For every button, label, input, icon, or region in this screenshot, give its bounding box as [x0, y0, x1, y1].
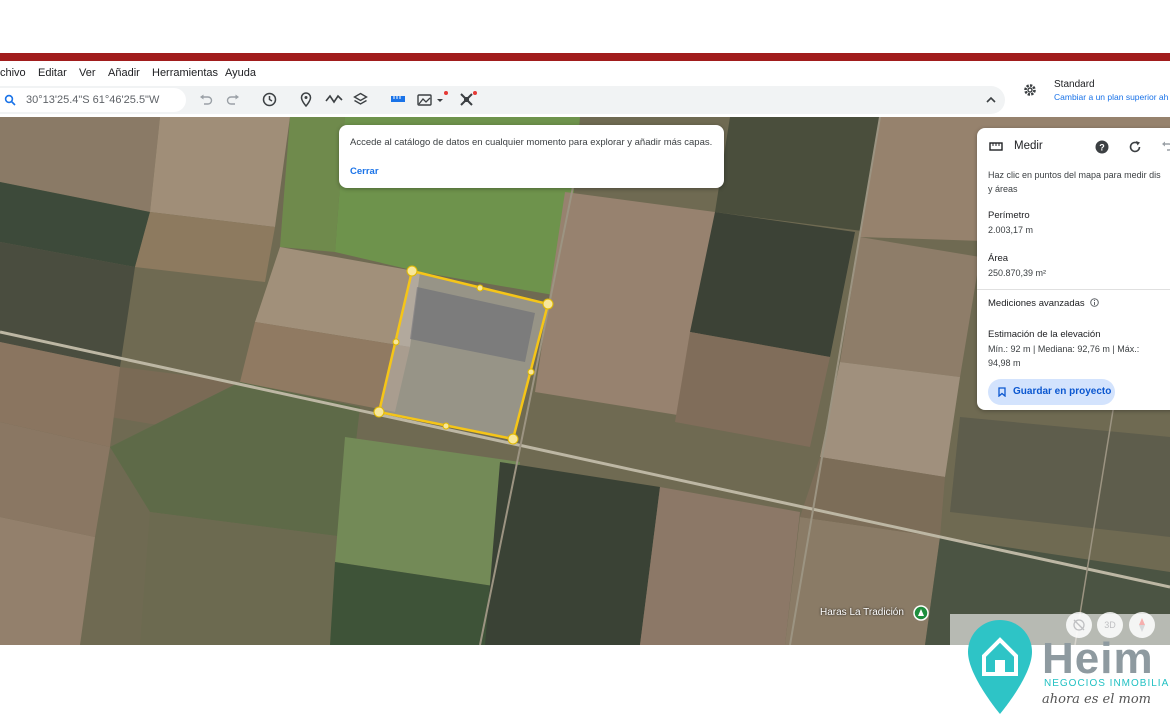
perimeter-label: Perímetro	[988, 210, 1030, 221]
instruction-line-2: y áreas	[988, 184, 1018, 194]
menu-editar[interactable]: Editar	[38, 67, 67, 79]
location-pin-logo-icon	[968, 620, 1032, 714]
brand-slogan: ahora es el mom	[1042, 692, 1152, 707]
top-blank	[0, 0, 1170, 53]
image-overlay-icon[interactable]	[417, 91, 449, 107]
measure-instruction: Haz clic en puntos del mapa para medir d…	[988, 168, 1170, 196]
plan-label: Standard	[1054, 79, 1095, 90]
refresh-icon[interactable]	[1128, 140, 1142, 154]
perimeter-value: 2.003,17 m	[988, 225, 1034, 235]
search-input[interactable]: 30°13'25.4"S 61°46'25.5"W	[0, 88, 186, 112]
menu-herramientas[interactable]: Herramientas	[152, 67, 218, 79]
history-icon[interactable]	[262, 92, 277, 107]
svg-text:?: ?	[1099, 143, 1105, 153]
upgrade-link[interactable]: Cambiar a un plan superior ah	[1054, 92, 1168, 102]
bookmark-icon	[998, 387, 1006, 397]
menu-archivo[interactable]: chivo	[0, 67, 26, 79]
menu-anadir[interactable]: Añadir	[108, 67, 140, 79]
menu-ver[interactable]: Ver	[79, 67, 96, 79]
tooltip-close-button[interactable]: Cerrar	[350, 166, 379, 177]
toolbar: 30°13'25.4"S 61°46'25.5"W	[0, 85, 1170, 117]
area-block: Área 250.870,39 m²	[988, 252, 1170, 280]
measure-title: Medir	[1014, 140, 1043, 152]
area-label: Área	[988, 253, 1009, 264]
ruler-icon	[989, 142, 1003, 151]
measure-panel: Medir ? Haz clic en puntos del mapa para…	[977, 128, 1170, 410]
tooltip-message: Accede al catálogo de datos en cualquier…	[350, 137, 713, 148]
info-icon	[1090, 298, 1100, 307]
menu-bar: chivo Editar Ver Añadir Herramientas Ayu…	[0, 61, 1170, 85]
advanced-measurements-link[interactable]: Mediciones avanzadas	[988, 297, 1170, 311]
brand-subtitle: NEGOCIOS INMOBILIA	[1044, 678, 1170, 689]
path-icon[interactable]	[325, 93, 343, 105]
elevation-block: Estimación de la elevación Mín.: 92 m | …	[988, 328, 1170, 370]
search-value: 30°13'25.4"S 61°46'25.5"W	[26, 94, 160, 106]
perimeter-block: Perímetro 2.003,17 m	[988, 209, 1170, 237]
elevation-line-2: 94,98 m	[988, 358, 1021, 368]
plan-info: Standard Cambiar a un plan superior ah	[1054, 79, 1168, 102]
window-top-bar	[0, 53, 1170, 61]
pin-icon[interactable]	[913, 605, 929, 621]
satellite-icon[interactable]	[458, 90, 478, 108]
gear-icon[interactable]	[1022, 82, 1038, 98]
advanced-label: Mediciones avanzadas	[988, 298, 1085, 309]
elevation-line-1: Mín.: 92 m | Mediana: 92,76 m | Máx.:	[988, 344, 1140, 354]
chevron-up-icon[interactable]	[985, 96, 997, 104]
placemark-icon[interactable]	[300, 92, 312, 108]
help-icon[interactable]: ?	[1095, 140, 1109, 154]
layers-icon[interactable]	[353, 92, 368, 107]
menu-ayuda[interactable]: Ayuda	[225, 67, 256, 79]
brand-name: Heim	[1042, 634, 1154, 683]
brand-watermark: Heim NEGOCIOS INMOBILIA ahora es el mom	[950, 614, 1170, 720]
area-value: 250.870,39 m²	[988, 268, 1047, 278]
instruction-line-1: Haz clic en puntos del mapa para medir d…	[988, 170, 1161, 180]
search-icon	[4, 94, 16, 106]
redo-icon[interactable]	[226, 94, 240, 106]
undo-measure-icon[interactable]	[1161, 141, 1170, 153]
catalog-tooltip: Accede al catálogo de datos en cualquier…	[339, 125, 724, 188]
save-to-project-button[interactable]: Guardar en proyecto	[988, 379, 1115, 405]
place-label[interactable]: Haras La Tradición	[820, 607, 904, 618]
undo-icon[interactable]	[199, 94, 213, 106]
save-label: Guardar en proyecto	[1013, 386, 1112, 397]
divider	[977, 289, 1170, 290]
elevation-label: Estimación de la elevación	[988, 329, 1101, 340]
ruler-icon[interactable]	[390, 94, 406, 104]
